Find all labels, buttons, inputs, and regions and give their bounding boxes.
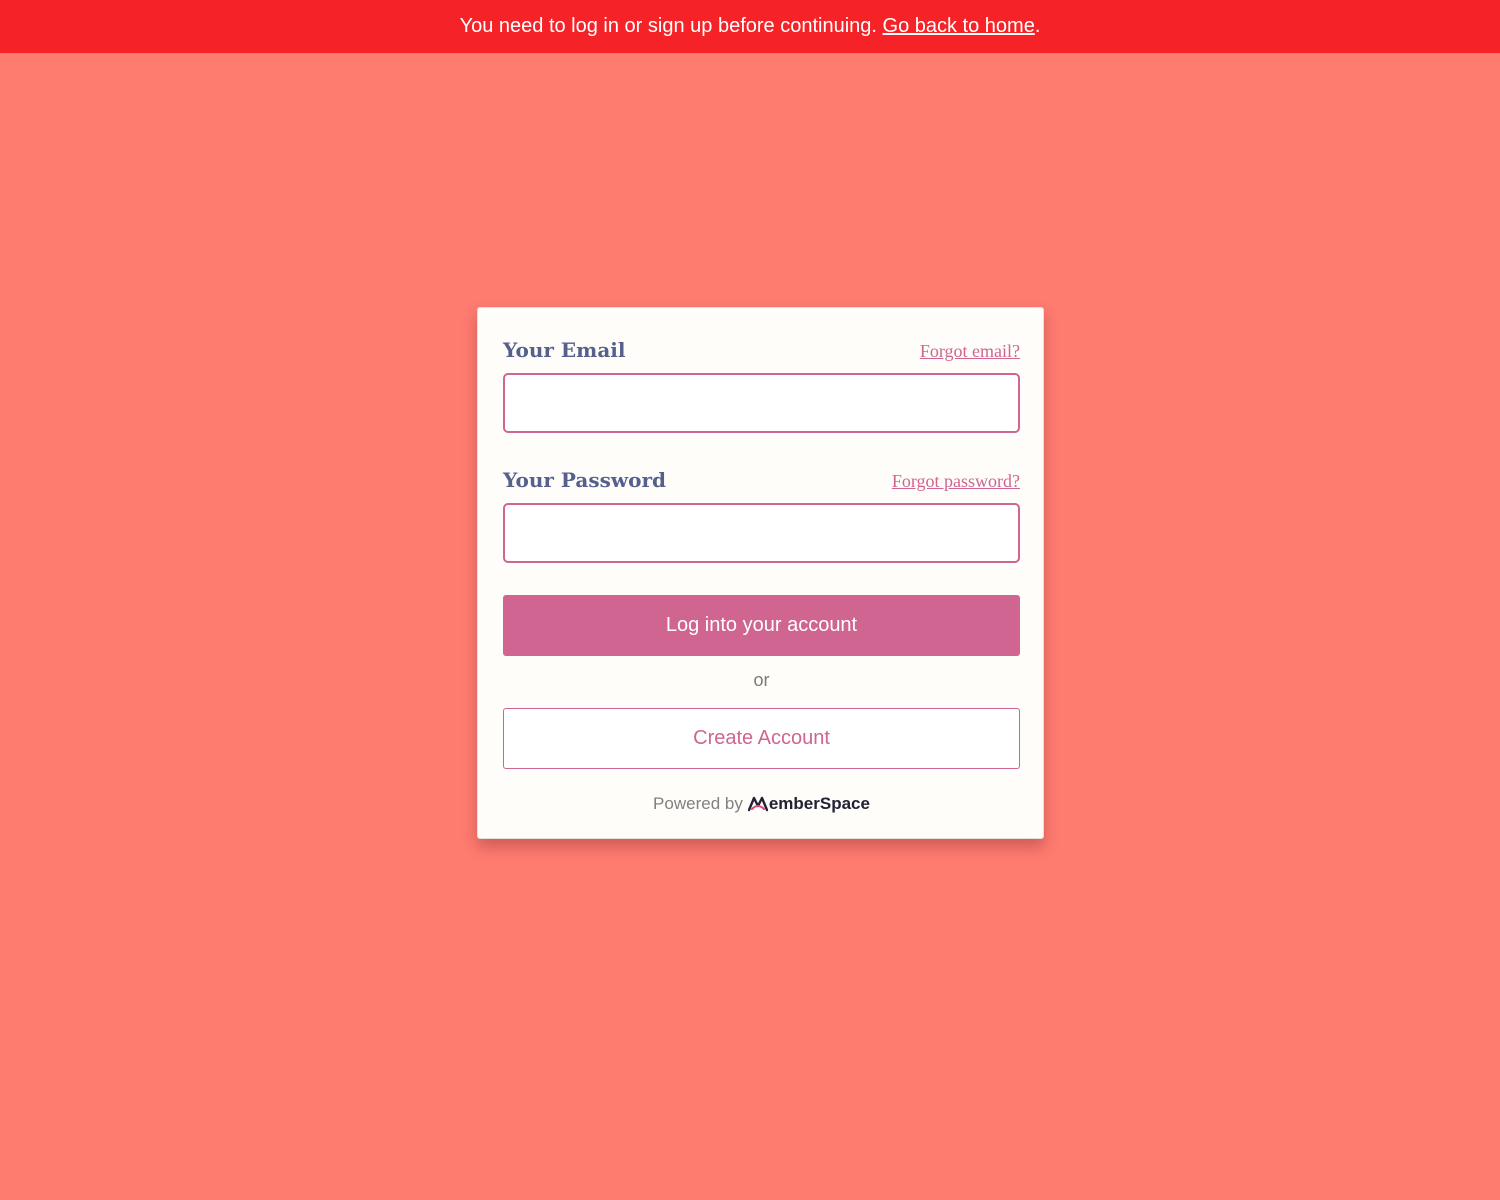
memberspace-brand-link[interactable]: emberSpace — [747, 794, 870, 814]
password-label: Your Password — [503, 468, 666, 492]
or-divider: or — [753, 670, 770, 690]
memberspace-brand-name: emberSpace — [768, 794, 870, 813]
login-card: Your Email Forgot email? Your Password F… — [477, 307, 1044, 839]
email-label: Your Email — [503, 338, 626, 362]
auth-required-banner: You need to log in or sign up before con… — [0, 0, 1500, 53]
memberspace-logo-m-icon — [747, 796, 768, 812]
password-label-row: Your Password Forgot password? — [503, 468, 1020, 492]
powered-by: Powered by emberSpace — [503, 794, 1020, 814]
login-button[interactable]: Log into your account — [503, 595, 1020, 656]
email-label-row: Your Email Forgot email? — [503, 338, 1020, 362]
banner-trailing-period: . — [1034, 15, 1041, 37]
forgot-email-link[interactable]: Forgot email? — [920, 341, 1020, 362]
forgot-password-link[interactable]: Forgot password? — [892, 471, 1020, 492]
email-input[interactable] — [503, 373, 1020, 433]
powered-by-label: Powered by — [653, 794, 743, 813]
create-account-button[interactable]: Create Account — [503, 708, 1020, 769]
password-input[interactable] — [503, 503, 1020, 563]
banner-message: You need to log in or sign up before con… — [459, 15, 877, 37]
go-home-link[interactable]: Go back to home — [883, 15, 1035, 37]
